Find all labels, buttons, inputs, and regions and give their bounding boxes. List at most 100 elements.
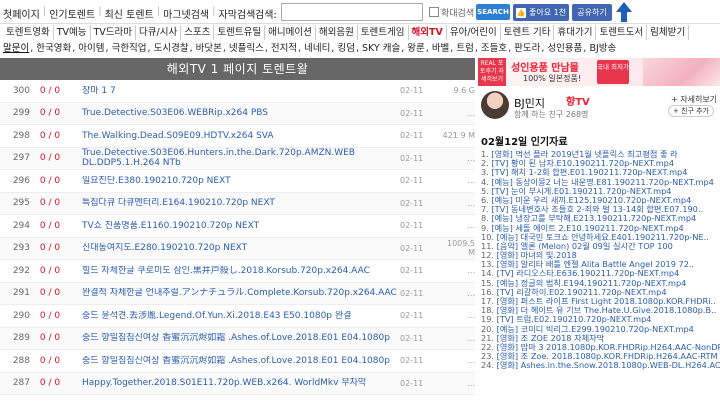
genre-link[interactable]: 말문이 [3, 43, 29, 54]
popular-item[interactable]: 20. [예능] 코미디 빅리그.E299.190210.720p-NEXT.m… [481, 325, 720, 334]
category-item[interactable]: 다큐/시사 [136, 25, 182, 40]
torrent-title[interactable]: 특집다큐 다큐멘터리.E164.190210.720p NEXT [70, 198, 400, 208]
torrent-title[interactable]: 신대동여지도.E280.190210.720p NEXT [70, 243, 400, 253]
table-row[interactable]: 300 0 / 0 장마 1 7 02-11 9.6 G [0, 80, 475, 103]
torrent-title[interactable]: Happy.Together.2018.S01E11.720p.WEB.x264… [70, 378, 400, 388]
popular-item[interactable]: 2. [TV] 황이 된 남자.E10.190211.720p-NEXT.mp4 [481, 159, 720, 168]
torrent-title[interactable]: True.Detective.S03E06.Hunters.in.the.Dar… [70, 148, 400, 168]
torrent-title[interactable]: TV쇼 진품명품.E1160.190210.720p NEXT [70, 221, 400, 231]
genre-link[interactable]: 트럼 [456, 43, 473, 54]
table-row[interactable]: 296 0 / 0 일요진단.E380.190210.720p NEXT 02-11.… [0, 170, 475, 193]
popular-item[interactable]: 11. [음악] 멜론 (Melon) 02월 09일 실시간 TOP 100 [481, 242, 720, 251]
torrent-title[interactable]: 힐드 자체한글 쿠로미도 삼인.黒井戸殺し.2018.Korsub.720p.x… [70, 266, 400, 276]
category-item[interactable]: 스포츠 [181, 25, 215, 40]
torrent-title[interactable]: 중드 윤석견.丢涉胤.Legend.Of.Yun.Xi.2018.E43 E50… [70, 311, 400, 321]
table-row[interactable]: 288 0 / 0 중드 향밀침침신여상 香蜜沉沉烬如霜 .Ashes.of.Lov… [0, 350, 475, 373]
category-item[interactable]: TV드라마 [91, 25, 137, 40]
popular-item[interactable]: 24. [영화] Ashes.in.the.Snow.2018.1080p.WE… [481, 361, 720, 370]
popular-item[interactable]: 18. [영화] 더 헤이트 유 기브 The.Hate.U.Give.2018… [481, 306, 720, 315]
popular-item[interactable]: 1. [영화] 먹선 플라 2019년1월 넷플릭스 최고평점 좋 라 [481, 150, 720, 159]
genre-link[interactable]: 극한직업 [112, 43, 147, 54]
torrent-title[interactable]: The.Walking.Dead.S09E09.HDTV.x264 SVA [70, 131, 400, 141]
table-row[interactable]: 294 0 / 0 TV쇼 진품명품.E1160.190210.720p NEXT 0… [0, 215, 475, 238]
more-link[interactable]: + 자세히보기 [671, 94, 717, 105]
torrent-title[interactable]: 완결적 자체한글 언내추럴.アンナチュラル.Complete.Korsub.72… [70, 288, 400, 298]
torrent-title[interactable]: 중드 향밀침침신여상 香蜜沉沉烬如霜 .Ashes.of.Love.2018.E… [70, 333, 400, 343]
nav-latest[interactable]: 최신 토렌트 [105, 6, 154, 21]
genre-link[interactable]: 왕룬 [407, 43, 424, 54]
genre-link[interactable]: 넷플릭스 [229, 43, 264, 54]
facebook-share-button[interactable]: 공유하기 [572, 4, 612, 21]
torrent-title[interactable]: 중드 향밀침침신여상 香蜜沉沉烬如霜 .Ashes.of.Love.2018.E… [70, 356, 400, 366]
popular-item[interactable]: 17. [영화] 퍼스트 라이프 First Light 2018.1080p.… [481, 297, 720, 306]
table-row[interactable]: 295 0 / 0 특집다큐 다큐멘터리.E164.190210.720p NEXT… [0, 192, 475, 215]
category-item[interactable]: 유아/어린이 [447, 25, 501, 40]
table-row[interactable]: 290 0 / 0 중드 윤석견.丢涉胤.Legend.Of.Yun.Xi.2018… [0, 305, 475, 328]
table-row[interactable]: 291 0 / 0 완결적 자체한글 언내추럴.アンナチュラル.Complete.K… [0, 282, 475, 305]
genre-link[interactable]: 바벨 [432, 43, 449, 54]
category-item[interactable]: 애니메이션 [265, 25, 316, 40]
category-item[interactable]: 토렌트게임 [358, 25, 409, 40]
genre-link[interactable]: 한국영화 [36, 43, 71, 54]
category-item[interactable]: 토렌트영화 [3, 25, 54, 40]
category-item[interactable]: 토렌트도서 [596, 25, 648, 40]
nav-popular[interactable]: 인기토렌트 [49, 6, 95, 21]
scroll-top-icon[interactable] [615, 1, 633, 23]
table-row[interactable]: 299 0 / 0 True.Detective.S03E06.WEBRip.x26… [0, 102, 475, 125]
category-item[interactable]: 해외음원 [316, 25, 358, 40]
popular-item[interactable]: 3. [TV] 해치 1-2회 합편.E01.190211.720p-NEXT.… [481, 168, 720, 177]
genre-link[interactable]: 아이템 [78, 43, 104, 54]
category-item[interactable]: 림체받기 [647, 25, 690, 40]
popular-item[interactable]: 21. [영화] 조 ZOE 2018 자체자막 [481, 334, 720, 343]
popular-item[interactable]: 13. [영화] 알리타 배틀 엔젤 Alita Battle Angel 20… [481, 260, 720, 269]
category-item-active[interactable]: 해외TV [409, 25, 447, 40]
nav-home[interactable]: 첫페이지 [3, 6, 40, 21]
category-item[interactable]: 휴대가기 [554, 25, 597, 40]
popular-item[interactable]: 14. [TV] 라디오스타.E636.190211.720p-NEXT.mp4 [481, 269, 720, 278]
table-row[interactable]: 297 0 / 0 True.Detective.S03E06.Hunters.in… [0, 147, 475, 170]
genre-link[interactable]: SKY 캐슬 [362, 43, 400, 54]
category-item[interactable]: TV예능 [54, 25, 91, 40]
genre-link[interactable]: 판도라 [514, 43, 540, 54]
popular-item[interactable]: 12. [영화] 마녀의 빛.2018 [481, 251, 720, 260]
torrent-title[interactable]: True.Detective.S03E06.WEBRip.x264 PBS [70, 108, 400, 118]
table-row[interactable]: 289 0 / 0 중드 향밀침침신여상 香蜜沉沉烬如霜 .Ashes.of.Lov… [0, 327, 475, 350]
genre-link[interactable]: 전지적 [271, 43, 297, 54]
table-row[interactable]: 292 0 / 0 힐드 자체한글 쿠로미도 삼인.黒井戸殺し.2018.Korsu… [0, 260, 475, 283]
table-row[interactable]: 287 0 / 0 Happy.Together.2018.S01E11.720p.… [0, 372, 475, 395]
popular-item[interactable]: 16. [TV] 리갈하이.E02.190211.720p-NEXT.mp4 [481, 288, 720, 297]
table-row[interactable]: 293 0 / 0 신대동여지도.E280.190210.720p NEXT 02-1… [0, 237, 475, 260]
torrent-title[interactable]: 장마 1 7 [70, 86, 400, 96]
add-friend-button[interactable]: + 친구 추가 [668, 105, 714, 117]
genre-link[interactable]: 조들호 [481, 43, 507, 54]
popular-item[interactable]: 4. [예능] 동상이몽2 너는 내운명.E81.190211.720p-NEX… [481, 178, 720, 187]
popular-item[interactable]: 23. [영화] 조 Zoe. 2018.1080p.KOR.FHDRip.H2… [481, 352, 720, 361]
table-row[interactable]: 298 0 / 0 The.Walking.Dead.S09E09.HDTV.x26… [0, 125, 475, 148]
popular-item[interactable]: 15. [예능] 정글의 법칙.E194.190211.720p-NEXT.mp… [481, 279, 720, 288]
genre-link[interactable]: 바닷본 [196, 43, 222, 54]
popular-item[interactable]: 10. [예능] 대국민 토크쇼 안녕하세요.E401.190211.720p-… [481, 233, 720, 242]
category-item[interactable]: 토렌트유틸 [214, 25, 266, 40]
popular-item[interactable]: 8. [예능] 냉장고를 부탁해.E213.190211.720p-NEXT.m… [481, 214, 720, 223]
popular-item[interactable]: 19. [TV] 트럼.E02.190210.720p-NEXT.mp4 [481, 315, 720, 324]
genre-link[interactable]: 킹덤 [337, 43, 354, 54]
search-input[interactable] [281, 3, 423, 21]
ad-banner[interactable]: REAL 포토후기 자세히보기 성인용품 만남몰 100% 일본정품! 국내 최… [478, 58, 720, 86]
genre-link[interactable]: 네네티 [304, 43, 330, 54]
popular-item[interactable]: 5. [TV] 눈이 부시게.E01.190211.720p-NEXT.mp4 [481, 187, 720, 196]
expand-search-checkbox[interactable] [429, 7, 439, 17]
popular-item[interactable]: 22. [영화] 맘마 3 2018.1080p.KOR.FHDRip.H264… [481, 343, 720, 352]
popular-item[interactable]: 7. [TV] 동네변호사 조들호 2-죄와 벌 13-14회 합편.E07.1… [481, 205, 720, 214]
popular-item[interactable]: 6. [예능] 미운 우리 새끼.E125.190210.720p-NEXT.m… [481, 196, 720, 205]
avatar[interactable] [481, 91, 509, 119]
genre-link[interactable]: BJ방송 [589, 43, 616, 54]
category-item[interactable]: 토렌트 기타 [501, 25, 555, 40]
genre-link[interactable]: 성인용품 [547, 43, 582, 54]
torrent-title[interactable]: 일요진단.E380.190210.720p NEXT [70, 176, 400, 186]
search-button[interactable]: SEARCH [476, 4, 510, 20]
genre-link[interactable]: 도시경찰 [154, 43, 189, 54]
nav-subtitle-search[interactable]: 자막검색 [219, 6, 256, 21]
nav-magnet-search[interactable]: 마그넷검색 [163, 6, 209, 21]
popular-item[interactable]: 9. [예능] 세돌 에이트 2.E10.190211.720p-NEXT.mp… [481, 224, 720, 233]
facebook-like-button[interactable]: 👍 좋아요 1천 [513, 4, 569, 21]
